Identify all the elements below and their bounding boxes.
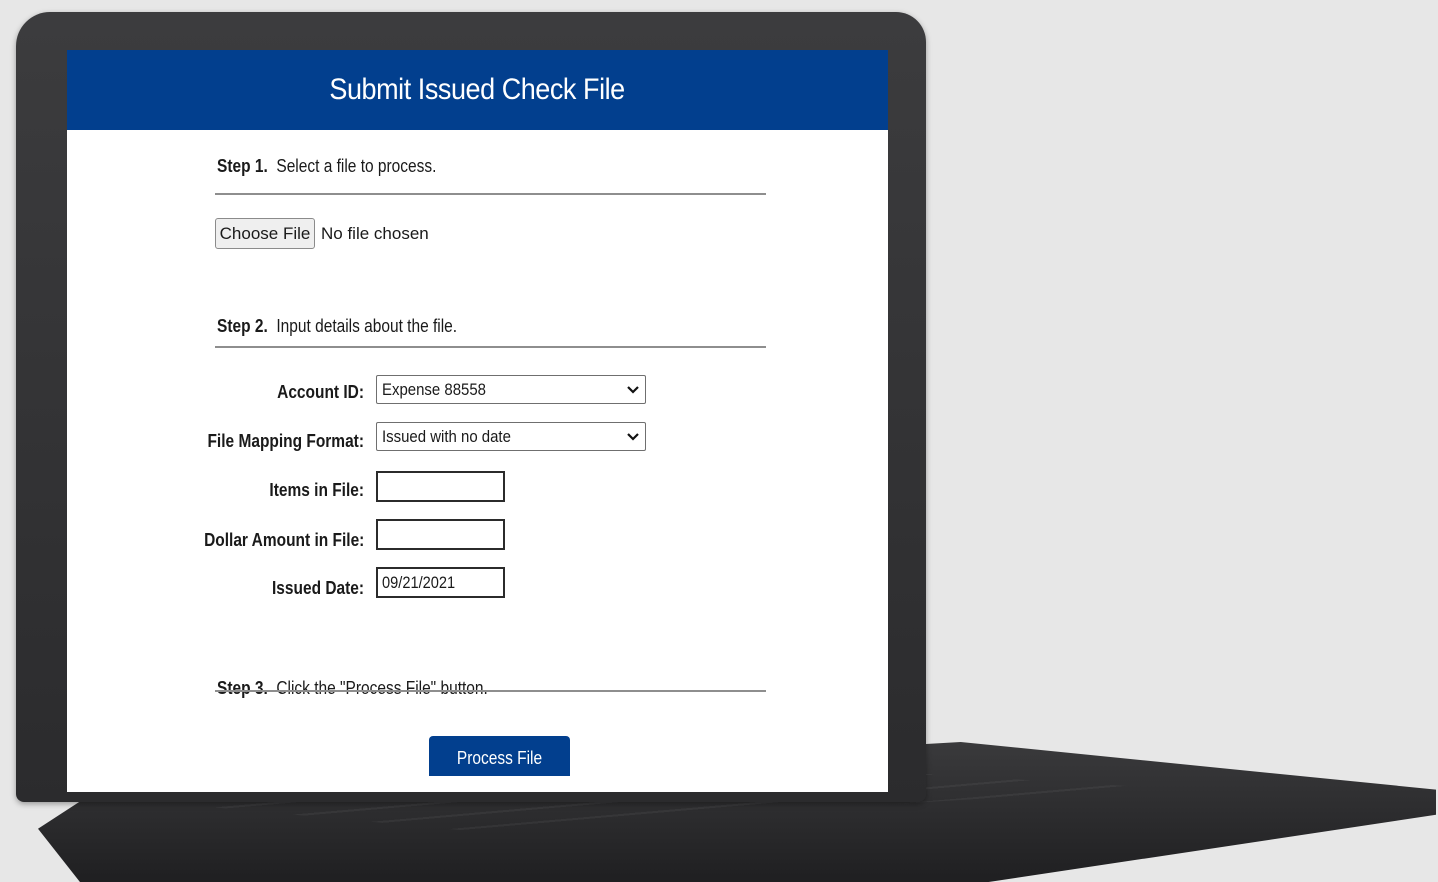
step-3-divider <box>215 690 766 692</box>
chevron-down-icon <box>621 423 645 450</box>
step-2-heading: Step 2. Input details about the file. <box>217 316 690 337</box>
file-mapping-format-label: File Mapping Format: <box>207 431 364 451</box>
step-3-number: Step 3. <box>217 678 268 698</box>
items-in-file-label: Items in File: <box>269 480 364 500</box>
issued-date-label: Issued Date: <box>271 578 364 598</box>
laptop-screen: Submit Issued Check File Step 1. Select a… <box>67 50 888 792</box>
step-3-text: Click the "Process File" button. <box>276 678 488 698</box>
step-2-text: Input details about the file. <box>276 316 458 336</box>
step-1-number: Step 1. <box>217 156 268 176</box>
file-mapping-format-value: Issued with no date <box>382 426 511 446</box>
choose-file-button[interactable]: Choose File <box>215 218 315 249</box>
step-1-text: Select a file to process. <box>276 156 437 176</box>
dollar-amount-input[interactable] <box>376 519 505 550</box>
page-title: Submit Issued Check File <box>329 73 626 106</box>
items-in-file-input[interactable] <box>376 471 505 502</box>
issued-date-input[interactable]: 09/21/2021 <box>376 567 505 598</box>
step-2-divider <box>215 346 766 348</box>
file-status: No file chosen <box>321 224 429 243</box>
step-1-divider <box>215 193 766 195</box>
issued-date-value: 09/21/2021 <box>382 572 456 592</box>
step-3-heading: Step 3. Click the "Process File" button. <box>217 678 690 699</box>
chevron-down-icon <box>621 376 645 403</box>
dollar-amount-label: Dollar Amount in File: <box>203 530 364 550</box>
process-file-button[interactable]: Process File <box>429 736 570 776</box>
step-2-number: Step 2. <box>217 316 268 336</box>
account-id-select[interactable]: Expense 88558 <box>376 375 646 404</box>
file-mapping-format-select[interactable]: Issued with no date <box>376 422 646 451</box>
account-id-label: Account ID: <box>277 382 364 402</box>
process-file-label: Process File <box>456 748 543 768</box>
step-1-heading: Step 1. Select a file to process. <box>217 156 690 177</box>
account-id-value: Expense 88558 <box>382 379 486 399</box>
header-bar: Submit Issued Check File <box>67 50 888 130</box>
